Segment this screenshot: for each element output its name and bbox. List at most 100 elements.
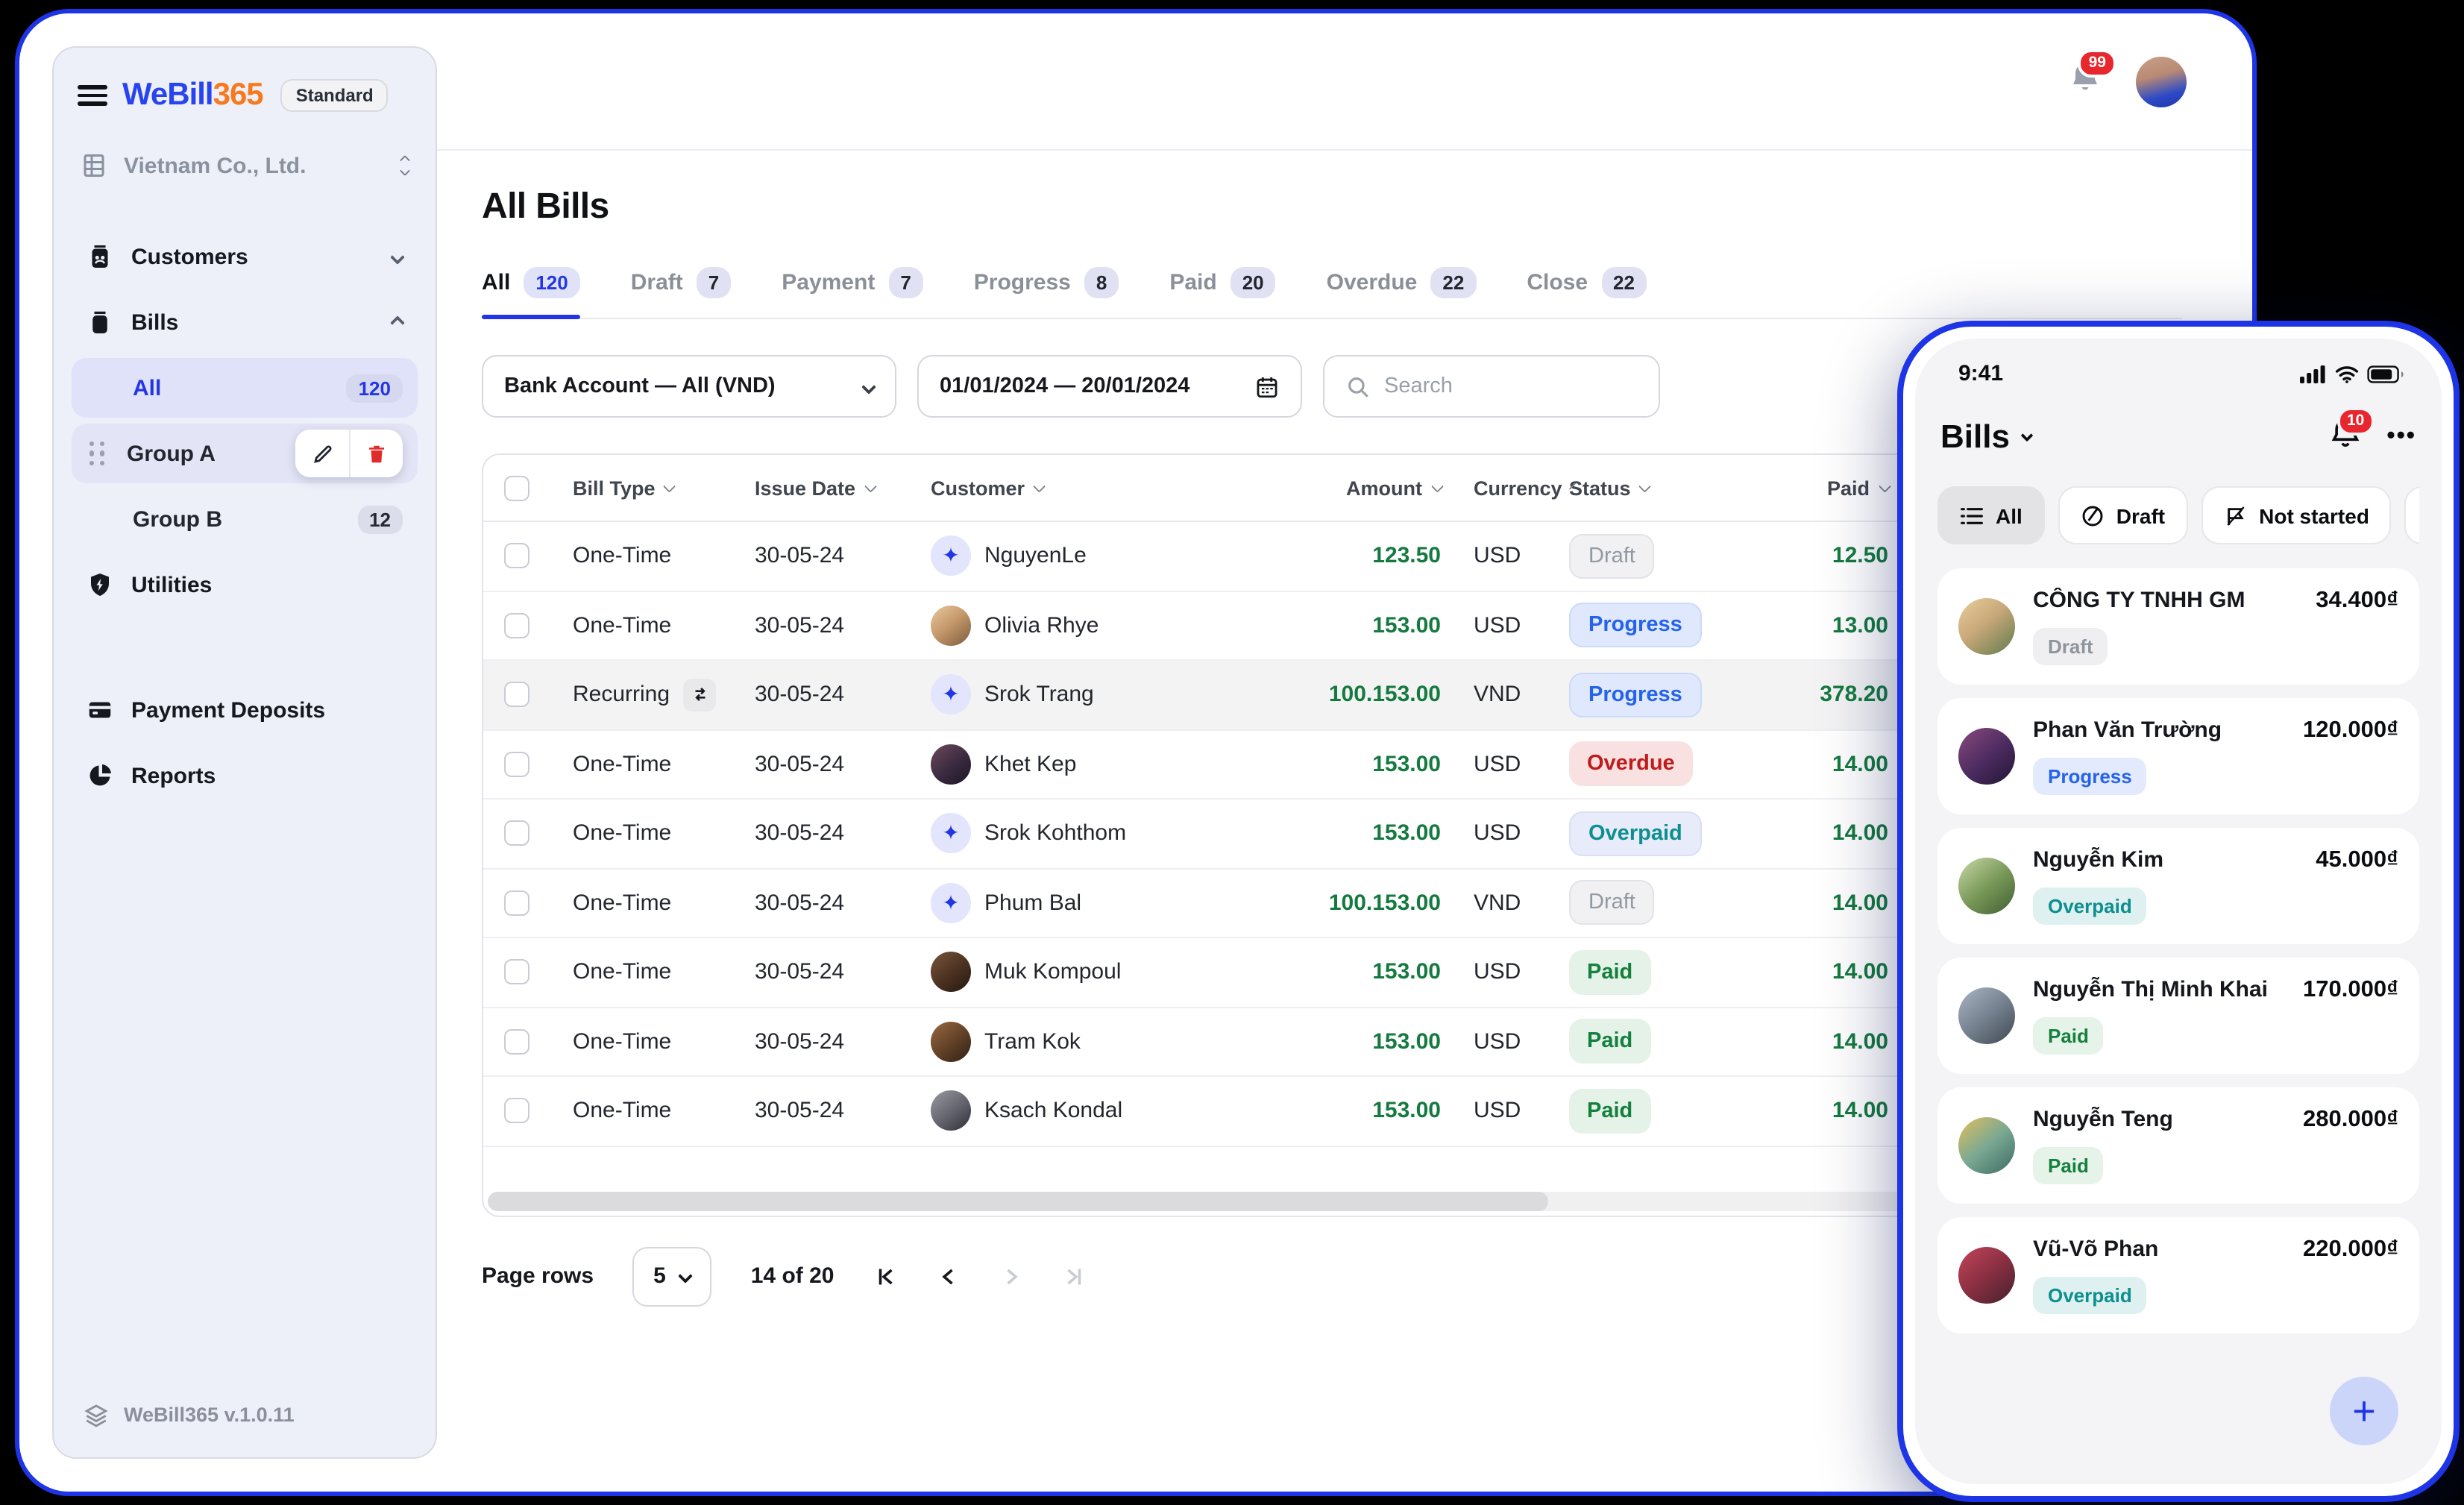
prev-page-button[interactable] [936,1263,963,1289]
table-row[interactable]: One-Time 30-05-24 ✦ Srok Kohthom 153.00 U… [483,799,1915,869]
sidebar-item-bills[interactable]: Bills [72,289,418,355]
drag-handle-icon[interactable] [89,441,106,466]
row-checkbox[interactable] [504,1098,529,1124]
sparkle-icon: ✦ [942,890,960,914]
list-item[interactable]: CÔNG TY TNHH GM 34.400₫ Draft [1937,568,2419,685]
bills-table: Bill Type Issue Date Customer Amount Cur… [482,453,1917,1216]
trash-icon [369,444,384,462]
col-status[interactable]: Status [1569,477,1790,499]
row-checkbox[interactable] [504,890,529,916]
col-amount[interactable]: Amount [1274,477,1443,499]
select-all-cell [504,475,573,500]
tab-draft[interactable]: Draft 7 [631,267,732,318]
table-row[interactable]: One-Time 30-05-24 Muk Kompoul 153.00 USD… [483,938,1915,1008]
tab-payment[interactable]: Payment 7 [782,267,923,318]
row-checkbox[interactable] [504,1028,529,1055]
sidebar-item-customers[interactable]: Customers [72,224,418,289]
page-title: All Bills [482,186,609,227]
page-size-select[interactable]: 5 [632,1246,712,1306]
table-row[interactable]: One-Time 30-05-24 Tram Kok 153.00 USD Pa… [483,1008,1915,1077]
calendar-icon [1257,376,1277,398]
row-checkbox[interactable] [504,543,529,569]
issue-date-cell: 30-05-24 [755,751,845,777]
sidebar-item-payment-deposits[interactable]: Payment Deposits [72,677,418,743]
company-selector[interactable]: Vietnam Co., Ltd. [72,140,418,191]
chip-all[interactable]: All [1937,486,2045,544]
currency-cell: VND [1474,682,1521,708]
add-bill-button[interactable]: + [2330,1377,2398,1445]
chip-progress[interactable]: ••• Prog [2404,486,2419,544]
table-row[interactable]: One-Time 30-05-24 Khet Kep 153.00 USD Ov… [483,730,1915,799]
currency-cell: USD [1474,543,1521,569]
list-item[interactable]: Vũ-Võ Phan 220.000₫ Overpaid [1937,1217,2419,1333]
edit-button[interactable] [295,430,349,477]
sidebar-subitem-all[interactable]: All 120 [72,358,418,418]
table-row[interactable]: One-Time 30-05-24 Olivia Rhye 153.00 USD… [483,591,1915,661]
row-checkbox[interactable] [504,682,529,708]
search-input[interactable]: Search [1323,355,1660,418]
paid-cell: 378.20 [1820,682,1888,708]
customer-avatar [1958,1117,2015,1174]
tab-all[interactable]: All 120 [482,267,580,319]
bank-account-select[interactable]: Bank Account — All (VND) [482,355,896,418]
col-currency[interactable]: Currency [1441,477,1577,499]
delete-button[interactable] [349,430,403,477]
list-item[interactable]: Phan Văn Trường 120.000₫ Progress [1937,698,2419,814]
tab-overdue[interactable]: Overdue 22 [1327,267,1477,318]
more-menu-button[interactable]: ••• [2386,424,2416,450]
row-checkbox[interactable] [504,612,529,638]
phone-header-actions: 10 ••• [2328,407,2416,458]
issue-date-cell: 30-05-24 [755,543,845,569]
user-avatar[interactable] [2136,56,2187,107]
sidebar-subitem-group-a[interactable]: Group A [72,424,418,483]
status-cell: Progress [1569,672,1790,717]
currency-cell: USD [1474,612,1521,638]
notifications-button[interactable]: 99 [2067,49,2116,103]
last-page-button[interactable] [1061,1263,1088,1289]
first-page-button[interactable] [873,1263,900,1289]
select-all-checkbox[interactable] [504,475,529,500]
row-checkbox[interactable] [504,959,529,985]
next-page-button[interactable] [999,1263,1025,1289]
status-cell: Overdue [1569,741,1790,787]
pencil-icon [313,444,331,462]
sidebar-item-utilities[interactable]: Utilities [72,552,418,618]
date-range-picker[interactable]: 01/01/2024 — 20/01/2024 [917,355,1302,418]
hamburger-menu-icon[interactable] [78,85,107,106]
col-issue-date[interactable]: Issue Date [755,477,931,499]
scrollbar-thumb[interactable] [488,1191,1548,1210]
status-cell: Overpaid [1569,811,1790,856]
horizontal-scrollbar[interactable] [488,1191,1911,1210]
tab-progress[interactable]: Progress 8 [974,267,1119,318]
tab-paid[interactable]: Paid 20 [1169,267,1276,318]
col-bill-type[interactable]: Bill Type [573,477,755,499]
list-item[interactable]: Nguyễn Kim 45.000₫ Overpaid [1937,828,2419,944]
battery-icon [2367,365,2404,383]
sidebar-subitem-group-b[interactable]: Group B 12 [72,489,418,549]
customer-avatar [1958,598,2015,655]
table-row[interactable]: Recurring 30-05-24 ✦ Srok Trang 100.153.0… [483,661,1915,730]
phone-title-selector[interactable]: Bills [1940,418,2034,456]
table-row[interactable]: One-Time 30-05-24 ✦ NguyenLe 123.50 USD D… [483,522,1915,591]
phone-notifications-button[interactable]: 10 [2328,407,2375,458]
tab-close[interactable]: Close 22 [1527,267,1647,318]
customer-name: Srok Kohthom [984,820,1127,846]
bill-type-cell: One-Time [573,959,672,985]
sparkle-icon: ✦ [942,543,960,568]
row-checkbox[interactable] [504,820,529,846]
flag-slash-icon [2226,506,2244,525]
list-item[interactable]: Nguyễn Thị Minh Khai 170.000₫ Paid [1937,958,2419,1074]
chip-not-started[interactable]: Not started [2201,486,2392,544]
table-row[interactable]: One-Time 30-05-24 ✦ Phum Bal 100.153.00 V… [483,869,1915,938]
bill-amount: 34.400₫ [2316,588,2398,613]
col-paid[interactable]: Paid [1790,477,1891,499]
table-row[interactable]: One-Time 30-05-24 Ksach Kondal 153.00 US… [483,1077,1915,1146]
row-checkbox[interactable] [504,751,529,777]
amount-cell: 153.00 [1372,1028,1441,1055]
col-customer[interactable]: Customer [931,477,1274,499]
list-item[interactable]: Nguyễn Teng 280.000₫ Paid [1937,1087,2419,1204]
bill-amount: 170.000₫ [2303,977,2398,1002]
chip-draft[interactable]: Draft [2058,486,2188,544]
sidebar-item-reports[interactable]: Reports [72,743,418,808]
list-icon [1961,507,1983,524]
